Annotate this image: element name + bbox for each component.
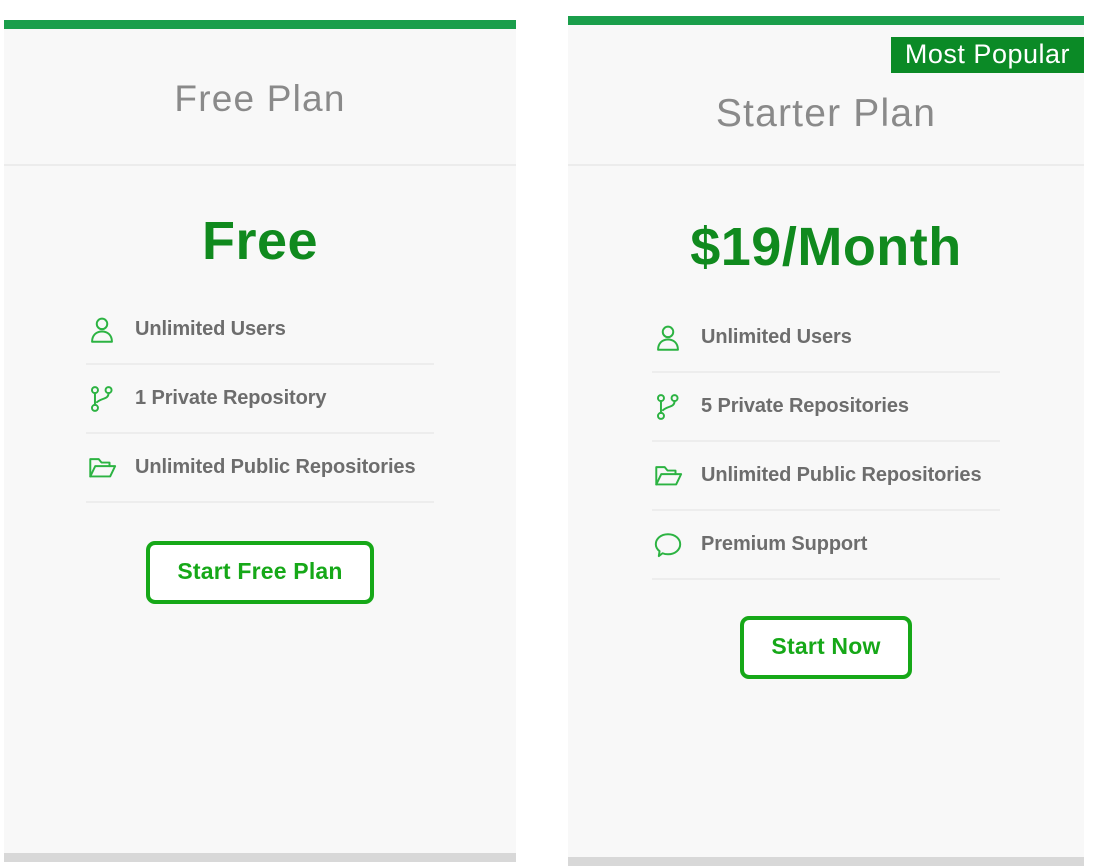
- plan-price: Free: [201, 211, 319, 271]
- feature-item: 5 Private Repositories: [652, 373, 1000, 442]
- feature-label: Unlimited Public Repositories: [135, 456, 416, 478]
- card-footer-bar: [568, 857, 1084, 866]
- feature-label: Unlimited Users: [135, 318, 286, 340]
- feature-list: Unlimited Users 1 Private Repository Unl…: [86, 296, 434, 503]
- pricing-card-starter-plan: Most Popular Starter Plan $19/Month Unli…: [568, 16, 1084, 866]
- card-content: $19/Month Unlimited Users 5 Private Repo…: [568, 166, 1084, 857]
- card-body: Most Popular Starter Plan $19/Month Unli…: [568, 25, 1084, 857]
- plan-price: $19/Month: [690, 217, 962, 277]
- feature-item: Premium Support: [652, 511, 1000, 580]
- card-footer-bar: [4, 853, 516, 862]
- feature-label: Unlimited Users: [701, 326, 852, 348]
- feature-item: Unlimited Users: [86, 296, 434, 365]
- open-folder-icon: [86, 452, 118, 484]
- card-accent-bar: [568, 16, 1084, 25]
- most-popular-badge: Most Popular: [890, 37, 1084, 74]
- feature-label: Unlimited Public Repositories: [701, 464, 982, 486]
- feature-label: Premium Support: [701, 533, 868, 555]
- cta-container: Start Free Plan: [20, 541, 500, 604]
- feature-item: Unlimited Users: [652, 304, 1000, 373]
- speech-bubble-icon: [652, 529, 684, 561]
- user-icon: [652, 322, 684, 354]
- start-free-plan-button[interactable]: Start Free Plan: [146, 541, 374, 604]
- pricing-plans-container: Free Plan Free Unlimited Users 1 Private…: [0, 0, 1108, 868]
- feature-item: Unlimited Public Repositories: [86, 434, 434, 503]
- feature-label: 5 Private Repositories: [701, 395, 909, 417]
- feature-label: 1 Private Repository: [135, 387, 327, 409]
- plan-name: Free Plan: [174, 77, 346, 119]
- pricing-card-free-plan: Free Plan Free Unlimited Users 1 Private…: [4, 20, 516, 862]
- card-body: Free Plan Free Unlimited Users 1 Private…: [4, 29, 516, 853]
- start-now-button[interactable]: Start Now: [740, 616, 912, 679]
- card-header: Most Popular Starter Plan: [568, 25, 1084, 166]
- user-icon: [86, 314, 118, 346]
- open-folder-icon: [652, 460, 684, 492]
- card-accent-bar: [4, 20, 516, 29]
- card-header: Free Plan: [4, 29, 516, 166]
- feature-item: Unlimited Public Repositories: [652, 442, 1000, 511]
- cta-container: Start Now: [584, 616, 1068, 679]
- card-content: Free Unlimited Users 1 Private Repositor…: [4, 166, 516, 853]
- plan-name: Starter Plan: [715, 91, 937, 135]
- feature-item: 1 Private Repository: [86, 365, 434, 434]
- git-branch-icon: [652, 391, 684, 423]
- feature-list: Unlimited Users 5 Private Repositories U…: [652, 304, 1000, 580]
- git-branch-icon: [86, 383, 118, 415]
